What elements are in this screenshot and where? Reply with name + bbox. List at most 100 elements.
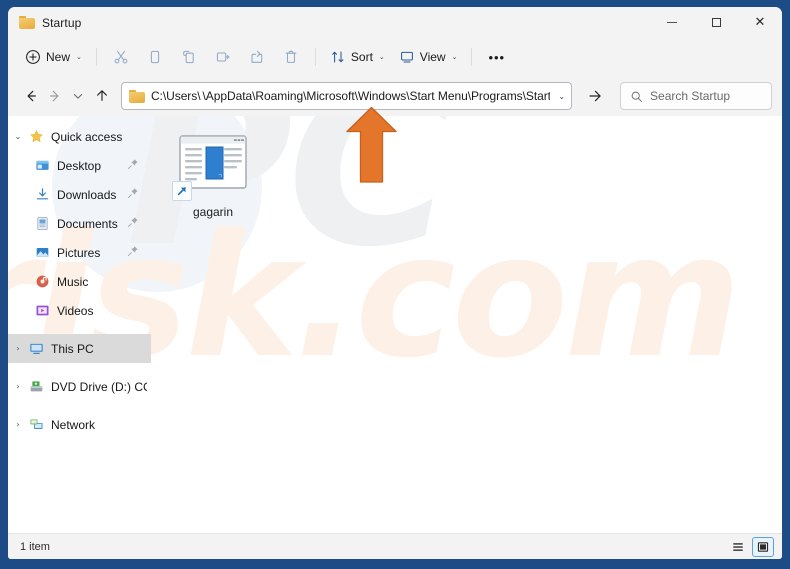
paste-button[interactable]: [172, 43, 206, 71]
star-icon: [28, 129, 45, 144]
share-button[interactable]: [240, 43, 274, 71]
details-view-button[interactable]: [727, 537, 749, 557]
view-button-label: View: [419, 50, 446, 64]
sidebar-item-label: Music: [57, 274, 89, 289]
search-input[interactable]: Search Startup: [620, 82, 773, 110]
trash-icon: [285, 50, 297, 63]
cut-button[interactable]: [104, 43, 138, 71]
sort-arrows-icon: [332, 51, 344, 63]
address-dropdown-chevron-icon[interactable]: ⌄: [550, 92, 565, 101]
chevron-right-icon[interactable]: ›: [8, 420, 28, 429]
window-controls: ✕: [650, 7, 782, 38]
search-placeholder: Search Startup: [650, 89, 731, 103]
details-view-icon: [733, 542, 743, 551]
chevron-down-icon[interactable]: ⌄: [8, 132, 28, 141]
address-bar[interactable]: C:\Users\ \AppData\Roaming\Microsoft\Win…: [120, 82, 573, 110]
dvd-drive-icon: [28, 379, 45, 394]
sidebar-item-music[interactable]: Music: [8, 267, 151, 296]
rename-icon: [216, 52, 230, 62]
share-icon: [251, 50, 263, 63]
sort-button-label: Sort: [350, 50, 373, 64]
sidebar-item-videos[interactable]: Videos: [8, 296, 151, 325]
folder-icon: [19, 16, 35, 29]
item-count: 1 item: [20, 540, 50, 553]
explorer-window: Startup ✕ New ⌄ Sort ⌄ View ⌄ ••• C:\Use…: [8, 7, 782, 559]
address-bar-row: C:\Users\ \AppData\Roaming\Microsoft\Win…: [8, 76, 782, 116]
file-name: gagarin: [192, 205, 234, 219]
navigation-pane: ⌄ Quick access Desktop Downloads Documen…: [8, 116, 151, 533]
view-button[interactable]: View ⌄: [392, 43, 465, 71]
paste-icon: [183, 50, 194, 64]
file-list-pane[interactable]: gagarin: [151, 116, 782, 533]
videos-icon: [34, 303, 51, 318]
toolbar-separator: [314, 48, 316, 66]
address-path: C:\Users\ \AppData\Roaming\Microsoft\Win…: [151, 89, 550, 103]
copy-icon: [150, 50, 160, 64]
chevron-right-icon[interactable]: ›: [8, 344, 28, 353]
chevron-down-icon: ⌄: [451, 53, 458, 61]
delete-button[interactable]: [274, 43, 308, 71]
arrow-left-icon: [27, 90, 36, 102]
toolbar-separator: [95, 48, 97, 66]
monitor-icon: [400, 51, 413, 63]
pictures-icon: [34, 245, 51, 260]
maximize-button[interactable]: [694, 7, 738, 38]
minimize-button[interactable]: [650, 7, 694, 38]
sidebar-item-quick-access[interactable]: ⌄ Quick access: [8, 122, 151, 151]
shortcut-arrow-icon: [172, 181, 192, 201]
maximize-icon: [711, 18, 721, 27]
ellipsis-icon: •••: [488, 49, 506, 65]
rename-button[interactable]: [206, 43, 240, 71]
view-toggle-group: [727, 536, 774, 557]
window-title: Startup: [42, 15, 82, 30]
sidebar-item-label: Network: [51, 417, 96, 432]
up-button[interactable]: [91, 82, 113, 110]
sidebar-item-desktop[interactable]: Desktop: [8, 151, 151, 180]
sidebar-item-this-pc[interactable]: › This PC: [8, 334, 151, 363]
explorer-body: PC risk.com ⌄ Quick access Desktop Downl…: [8, 116, 782, 533]
sort-button[interactable]: Sort ⌄: [323, 43, 392, 71]
large-icons-view-button[interactable]: [752, 536, 774, 557]
scissors-icon: [114, 50, 128, 64]
arrow-right-icon: [589, 90, 601, 102]
sidebar-item-downloads[interactable]: Downloads: [8, 180, 151, 209]
music-icon: [34, 274, 51, 289]
close-button[interactable]: ✕: [738, 7, 782, 38]
sidebar-item-label: Downloads: [57, 187, 117, 202]
pin-icon[interactable]: [127, 158, 147, 173]
sidebar-item-label: This PC: [51, 341, 94, 356]
back-button[interactable]: [20, 82, 42, 110]
pin-icon[interactable]: [127, 216, 147, 231]
new-button-label: New: [46, 50, 71, 64]
arrow-up-icon: [97, 90, 108, 101]
desktop-icon: [34, 158, 51, 173]
command-bar: New ⌄ Sort ⌄ View ⌄ •••: [8, 38, 782, 76]
more-options-button[interactable]: •••: [479, 43, 514, 71]
pin-icon[interactable]: [127, 245, 147, 260]
search-icon: [631, 91, 642, 102]
address-path-suffix: \AppData\Roaming\Microsoft\Windows\Start…: [202, 89, 551, 103]
arrow-right-icon: [49, 90, 59, 102]
chevron-right-icon[interactable]: ›: [8, 382, 28, 391]
new-button[interactable]: New ⌄: [18, 43, 89, 71]
sidebar-item-dvd-drive[interactable]: › DVD Drive (D:) CCCC: [8, 372, 151, 401]
go-button[interactable]: [580, 82, 610, 110]
forward-button[interactable]: [44, 82, 66, 110]
sidebar-item-documents[interactable]: Documents: [8, 209, 151, 238]
network-icon: [28, 417, 45, 432]
this-pc-icon: [28, 341, 45, 356]
pin-icon[interactable]: [127, 187, 147, 202]
close-icon: ✕: [754, 15, 766, 30]
toolbar-separator: [471, 48, 473, 66]
sidebar-item-label: Quick access: [51, 129, 123, 144]
sidebar-item-network[interactable]: › Network: [8, 410, 151, 439]
sidebar-item-label: Documents: [57, 216, 118, 231]
address-path-prefix: C:\Users\: [150, 89, 201, 103]
recent-locations-button[interactable]: [67, 82, 89, 110]
copy-button[interactable]: [138, 43, 172, 71]
application-window-icon: [172, 132, 252, 201]
sidebar-item-pictures[interactable]: Pictures: [8, 238, 151, 267]
chevron-down-icon: [74, 94, 83, 99]
list-item[interactable]: gagarin: [165, 128, 261, 222]
folder-icon: [128, 89, 145, 103]
